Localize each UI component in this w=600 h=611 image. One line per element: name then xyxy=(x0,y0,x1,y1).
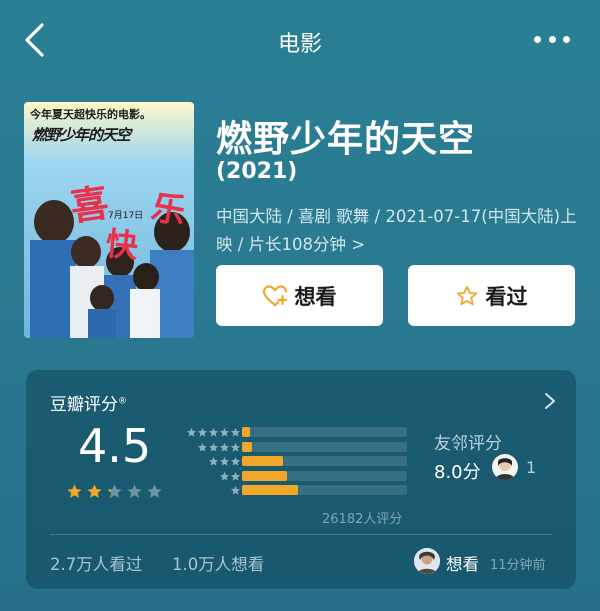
divider xyxy=(50,534,552,535)
dist-bar-track xyxy=(242,485,407,495)
rating-header: 豆瓣评分® xyxy=(50,390,127,415)
small-star-icon xyxy=(230,442,241,452)
star-icon xyxy=(147,484,162,498)
small-star-icon xyxy=(230,485,241,495)
small-star-icon xyxy=(197,427,208,437)
rating-card: 豆瓣评分® 4.5 26182人评分 友邻评分 8.0分 1 2.7万人看过 1… xyxy=(26,370,576,589)
poster-big-char-1: 喜 xyxy=(67,180,112,230)
movie-poster[interactable]: 今年夏天超快乐的电影。 燃野少年的天空 喜 快 乐 7月17日 xyxy=(24,102,194,338)
friends-rating-label: 友邻评分 xyxy=(434,434,502,454)
poster-release-date: 7月17日 xyxy=(108,211,144,221)
dist-bar-fill-5 xyxy=(242,427,251,437)
small-star-icon xyxy=(219,471,230,481)
small-star-icon xyxy=(197,442,208,452)
want-count[interactable]: 1.0万人想看 xyxy=(172,551,264,575)
want-to-watch-button[interactable]: 想看 xyxy=(216,265,383,326)
dist-row-2-star xyxy=(176,470,416,482)
star-icon xyxy=(87,484,102,498)
star-icon xyxy=(127,484,142,498)
registered-mark: ® xyxy=(118,396,127,407)
rating-total: 26182人评分 xyxy=(322,512,403,527)
activity-time: 11分钟前 xyxy=(490,558,546,573)
chevron-right-icon[interactable] xyxy=(544,392,556,410)
poster-title-art: 燃野少年的天空 xyxy=(32,126,131,144)
page-title: 电影 xyxy=(277,32,322,57)
small-star-icon xyxy=(219,427,230,437)
dist-bar-fill-1 xyxy=(242,485,299,495)
dist-row-3-star xyxy=(176,455,416,467)
activity-action: 想看 xyxy=(446,555,479,574)
dist-row-4-star xyxy=(176,441,416,453)
poster-tagline: 今年夏天超快乐的电影。 xyxy=(30,108,151,121)
star-icon xyxy=(107,484,122,498)
small-star-icon xyxy=(219,442,230,452)
activity-avatar[interactable] xyxy=(414,548,440,574)
dist-bar-fill-2 xyxy=(242,470,287,481)
rating-stars xyxy=(66,483,163,500)
dist-row-5-star xyxy=(176,426,416,438)
dist-stars-2 xyxy=(219,471,241,482)
want-button-label: 想看 xyxy=(294,284,337,309)
dist-stars-3 xyxy=(208,456,241,467)
seen-button[interactable]: 看过 xyxy=(408,265,575,326)
more-dots-icon[interactable] xyxy=(534,33,570,45)
friends-count: 1 xyxy=(526,458,537,477)
poster-big-char-2: 快 xyxy=(103,224,140,266)
heart-plus-icon xyxy=(262,284,287,306)
dist-bar-track xyxy=(242,427,407,437)
movie-title: 燃野少年的天空 xyxy=(216,119,476,160)
small-star-icon xyxy=(208,427,219,437)
star-outline-icon xyxy=(456,285,477,305)
dist-bar-track xyxy=(242,470,407,481)
dist-bar-fill-3 xyxy=(242,456,284,466)
dist-stars-4 xyxy=(197,442,241,453)
friend-avatar[interactable] xyxy=(492,454,518,480)
dist-stars-1 xyxy=(230,485,241,496)
star-icon xyxy=(67,484,82,498)
small-star-icon xyxy=(230,456,241,466)
dist-bar-fill-4 xyxy=(242,441,252,452)
dist-row-1-star xyxy=(176,484,416,496)
dist-stars-5 xyxy=(186,427,241,438)
dist-bar-track xyxy=(242,456,407,466)
rating-score: 4.5 xyxy=(78,419,152,473)
movie-year: (2021) xyxy=(216,159,298,184)
small-star-icon xyxy=(219,456,230,466)
small-star-icon xyxy=(230,427,241,437)
small-star-icon xyxy=(208,456,219,466)
nav-bar: 电影 xyxy=(0,0,600,82)
seen-count[interactable]: 2.7万人看过 xyxy=(50,551,142,575)
friends-rating-score: 8.0分 xyxy=(434,462,481,483)
seen-button-label: 看过 xyxy=(485,284,528,309)
movie-meta-link[interactable]: 中国大陆 / 喜剧 歌舞 / 2021-07-17(中国大陆)上映 / 片长10… xyxy=(216,203,586,259)
small-star-icon xyxy=(208,442,219,452)
dist-bar-track xyxy=(242,441,407,452)
rating-header-text: 豆瓣评分 xyxy=(50,395,118,415)
small-star-icon xyxy=(186,427,197,437)
small-star-icon xyxy=(230,471,241,481)
